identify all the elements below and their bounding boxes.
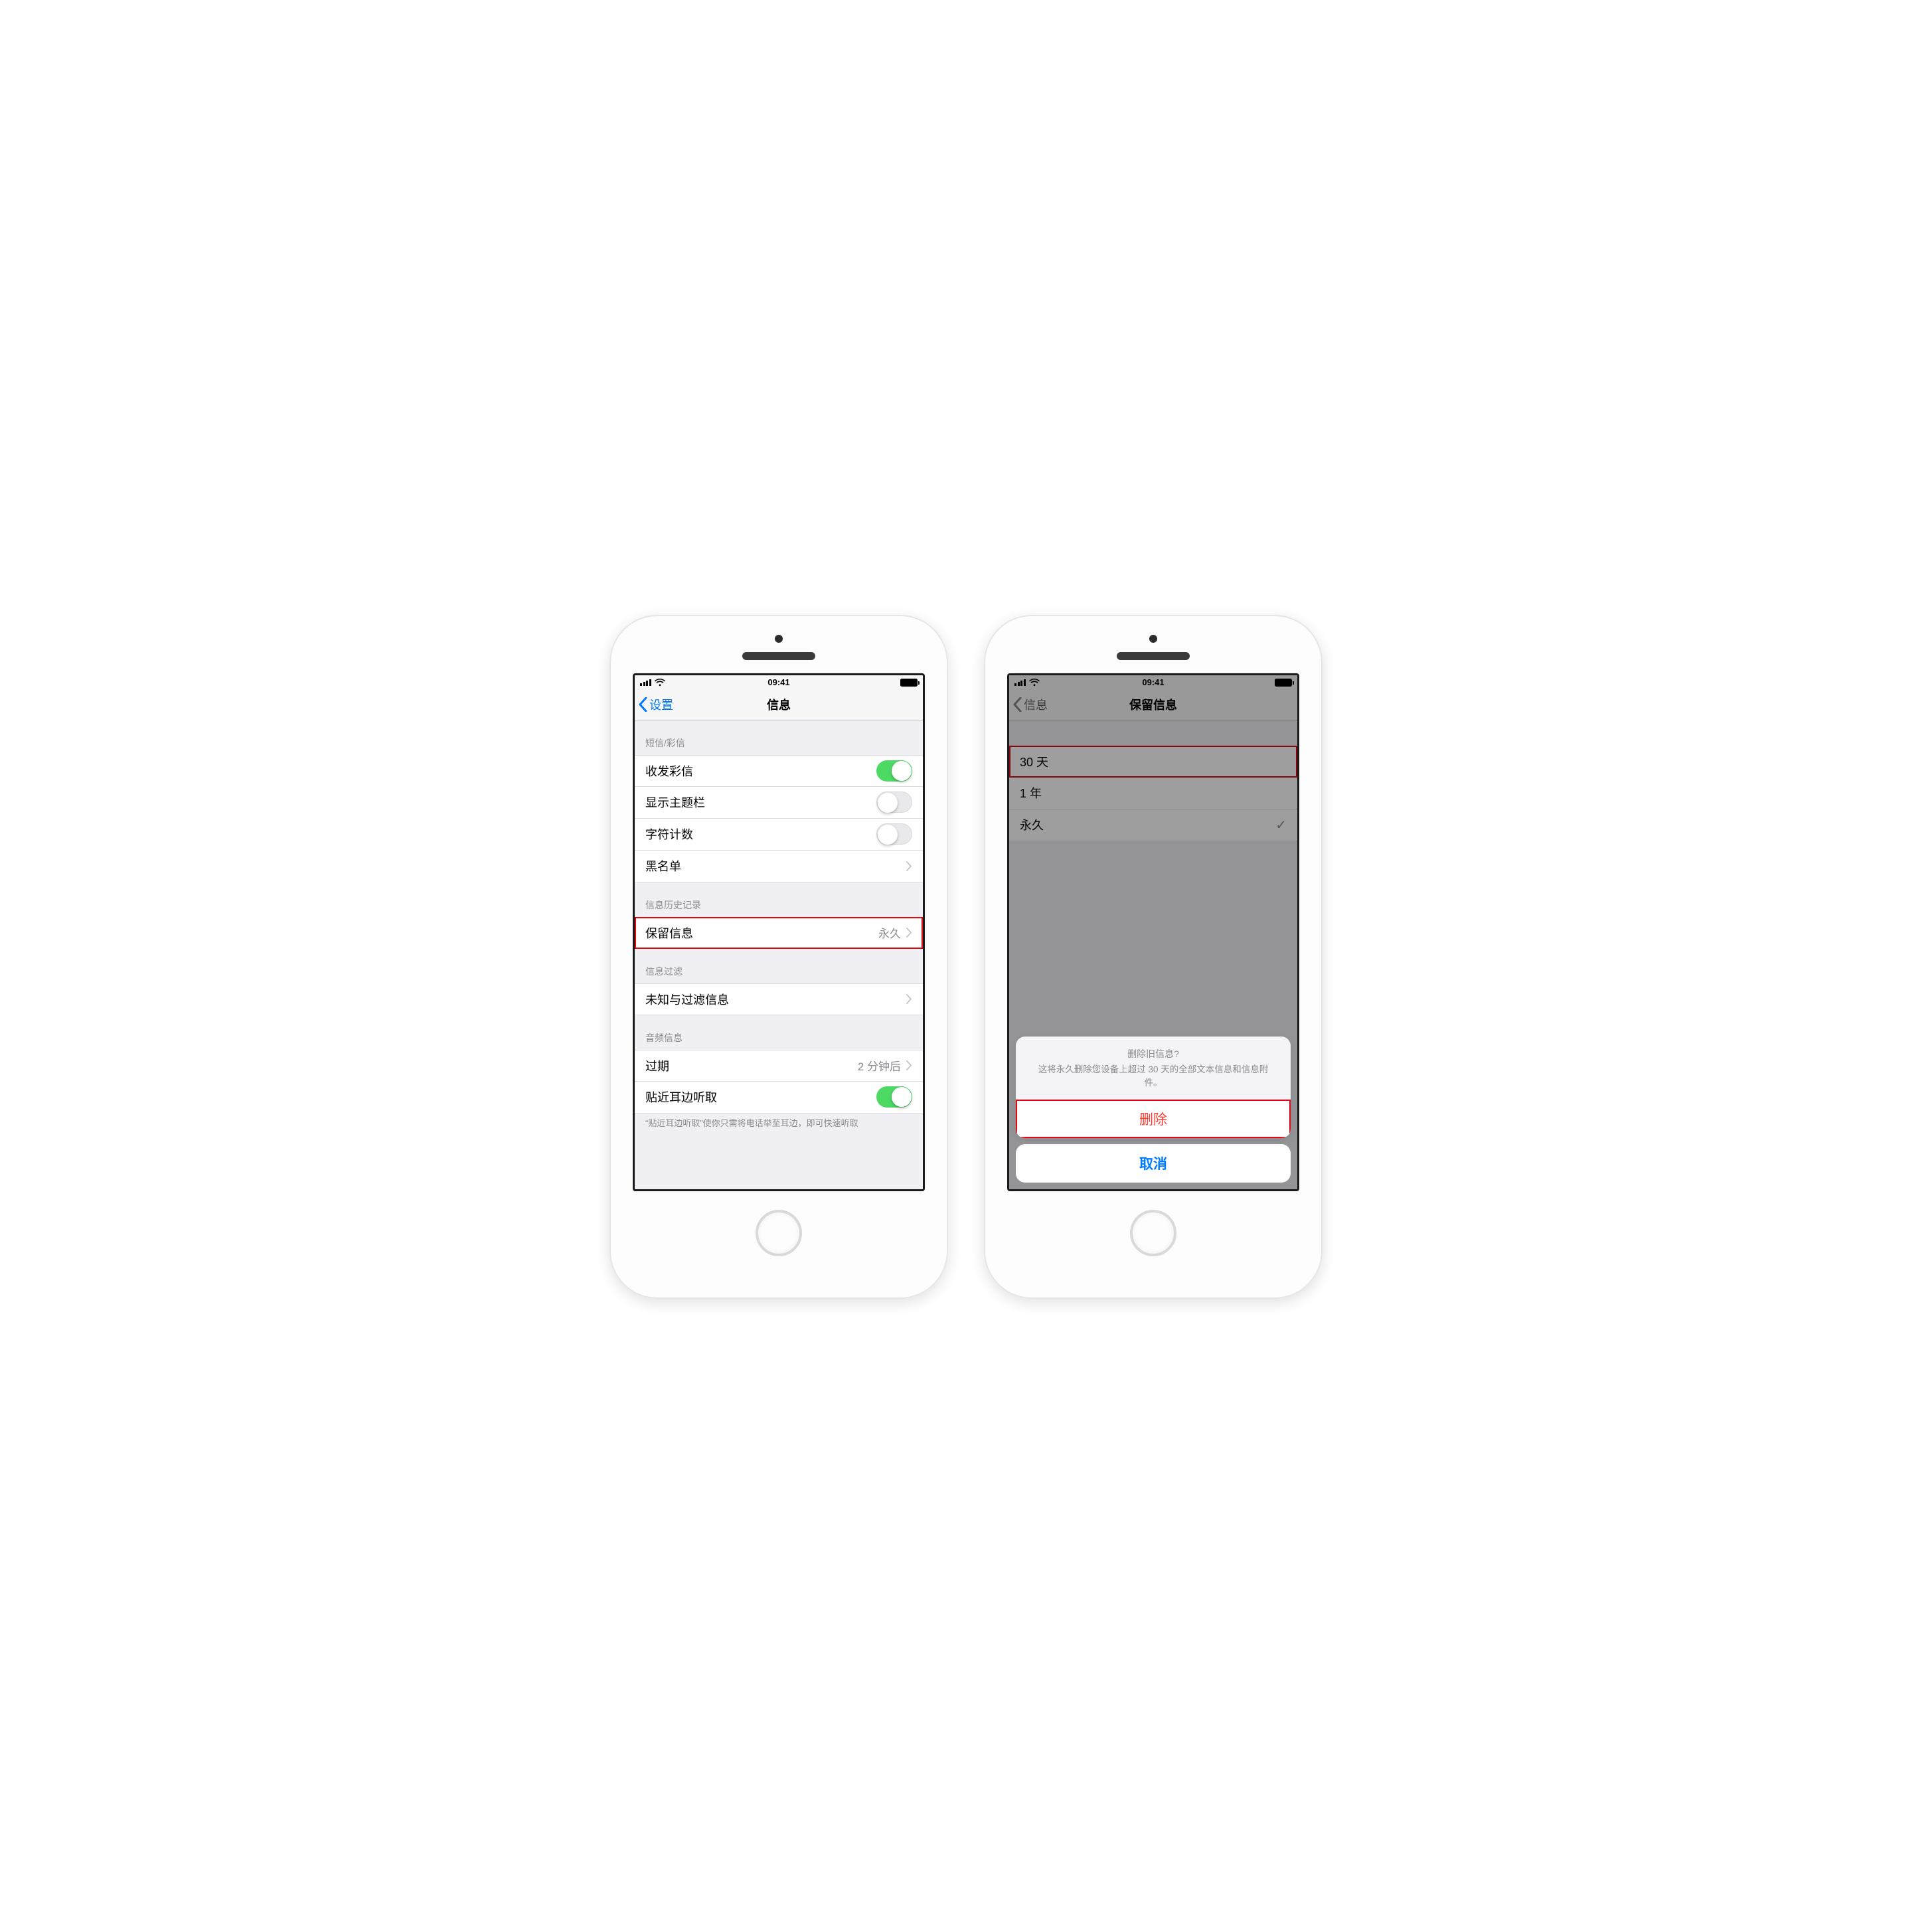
screen-right: 09:41 信息 保留信息 30 天 1 年 永久 [1007, 673, 1299, 1191]
sheet-title: 删除旧信息? [1032, 1047, 1275, 1060]
phone-sensors [1117, 635, 1190, 660]
chevron-right-icon [906, 994, 912, 1004]
section-header-audio: 音频信息 [635, 1015, 923, 1050]
camera-dot [775, 635, 783, 643]
screen-left: 09:41 设置 信息 短信/彩信 收发彩信 显示主题栏 [633, 673, 925, 1191]
row-label: 保留信息 [645, 924, 878, 942]
option-label: 30 天 [1020, 753, 1287, 770]
charcount-toggle[interactable] [876, 823, 912, 845]
wifi-icon [655, 679, 665, 687]
mms-toggle[interactable] [876, 760, 912, 782]
camera-dot [1149, 635, 1157, 643]
signal-icon [640, 679, 651, 686]
raise-toggle[interactable] [876, 1086, 912, 1108]
option-1-year[interactable]: 1 年 [1009, 778, 1297, 809]
chevron-left-icon [1013, 697, 1022, 712]
sheet-description: 这将永久删除您设备上超过 30 天的全部文本信息和信息附件。 [1032, 1063, 1275, 1089]
row-raise-listen[interactable]: 贴近耳边听取 [635, 1082, 923, 1114]
nav-bar: 设置 信息 [635, 690, 923, 720]
row-label: 字符计数 [645, 825, 876, 843]
option-label: 1 年 [1020, 784, 1287, 801]
chevron-left-icon [639, 697, 647, 712]
nav-back-button[interactable]: 设置 [639, 690, 673, 720]
nav-title: 信息 [767, 696, 791, 713]
speaker-slot [742, 652, 815, 660]
option-forever[interactable]: 永久 ✓ [1009, 809, 1297, 841]
action-sheet: 删除旧信息? 这将永久删除您设备上超过 30 天的全部文本信息和信息附件。 删除… [1009, 1037, 1297, 1189]
status-time: 09:41 [1142, 677, 1164, 687]
phone-sensors [742, 635, 815, 660]
row-value: 2 分钟后 [858, 1057, 901, 1074]
nav-back-label: 设置 [649, 696, 673, 713]
home-button[interactable] [756, 1210, 802, 1256]
status-bar: 09:41 [1009, 675, 1297, 690]
row-keep-messages[interactable]: 保留信息 永久 [635, 917, 923, 949]
battery-icon [1275, 679, 1292, 687]
section-header-history: 信息历史记录 [635, 882, 923, 917]
phone-mockup-right: 09:41 信息 保留信息 30 天 1 年 永久 [984, 615, 1323, 1299]
row-label: 未知与过滤信息 [645, 991, 906, 1008]
phone-mockup-left: 09:41 设置 信息 短信/彩信 收发彩信 显示主题栏 [609, 615, 948, 1299]
checkmark-icon: ✓ [1275, 817, 1287, 833]
row-label: 显示主题栏 [645, 793, 876, 811]
signal-icon [1014, 679, 1026, 686]
action-sheet-message: 删除旧信息? 这将永久删除您设备上超过 30 天的全部文本信息和信息附件。 [1016, 1037, 1291, 1099]
row-value: 永久 [878, 924, 901, 941]
section-header-sms: 短信/彩信 [635, 720, 923, 755]
nav-bar: 信息 保留信息 [1009, 690, 1297, 720]
row-label: 收发彩信 [645, 762, 876, 780]
status-bar: 09:41 [635, 675, 923, 690]
chevron-right-icon [906, 1060, 912, 1070]
row-blacklist[interactable]: 黑名单 [635, 851, 923, 882]
home-button[interactable] [1130, 1210, 1176, 1256]
nav-back-label: 信息 [1024, 696, 1048, 713]
nav-back-button[interactable]: 信息 [1013, 690, 1048, 720]
row-charcount[interactable]: 字符计数 [635, 819, 923, 851]
row-label: 贴近耳边听取 [645, 1088, 876, 1106]
delete-label: 删除 [1139, 1109, 1167, 1129]
chevron-right-icon [906, 861, 912, 871]
section-header-filter: 信息过滤 [635, 949, 923, 983]
chevron-right-icon [906, 928, 912, 938]
nav-title: 保留信息 [1129, 696, 1177, 713]
battery-icon [900, 679, 918, 687]
cancel-button[interactable]: 取消 [1016, 1144, 1291, 1183]
row-expire[interactable]: 过期 2 分钟后 [635, 1050, 923, 1082]
cancel-label: 取消 [1139, 1153, 1167, 1173]
option-30-days[interactable]: 30 天 [1009, 746, 1297, 778]
section-footer: “贴近耳边听取”使你只需将电话举至耳边，即可快速听取 [635, 1114, 923, 1129]
row-subject[interactable]: 显示主题栏 [635, 787, 923, 819]
row-label: 黑名单 [645, 857, 906, 874]
row-filter-unknown[interactable]: 未知与过滤信息 [635, 983, 923, 1015]
action-sheet-card: 删除旧信息? 这将永久删除您设备上超过 30 天的全部文本信息和信息附件。 删除 [1016, 1037, 1291, 1137]
delete-button[interactable]: 删除 [1016, 1100, 1291, 1138]
subject-toggle[interactable] [876, 791, 912, 813]
row-label: 过期 [645, 1057, 858, 1074]
status-time: 09:41 [767, 677, 789, 687]
row-mms[interactable]: 收发彩信 [635, 755, 923, 787]
option-label: 永久 [1020, 816, 1275, 833]
speaker-slot [1117, 652, 1190, 660]
settings-content[interactable]: 短信/彩信 收发彩信 显示主题栏 字符计数 黑名单 信息历史记录 保留信息 永久 [635, 720, 923, 1189]
wifi-icon [1029, 679, 1040, 687]
